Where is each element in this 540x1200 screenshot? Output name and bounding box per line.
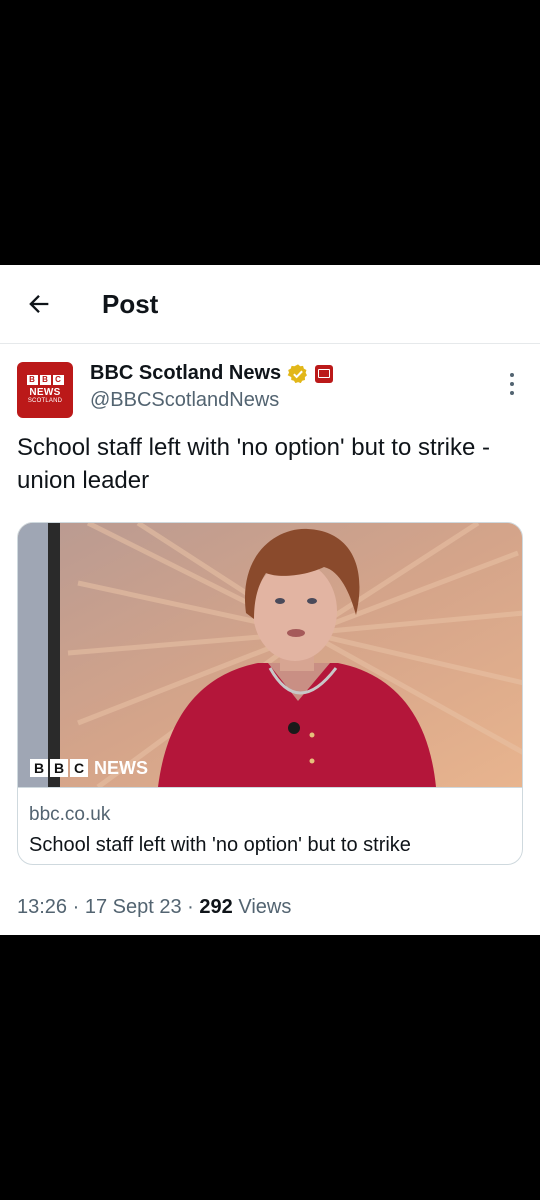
logo-letter: C bbox=[70, 759, 88, 777]
post-metadata: 13:26 · 17 Sept 23 · 292 Views bbox=[17, 896, 291, 919]
avatar-letter: B bbox=[26, 375, 38, 385]
tweet-text: School staff left with 'no option' but t… bbox=[17, 434, 490, 494]
card-image[interactable]: B B C NEWS bbox=[18, 523, 522, 790]
avatar-bbc-blocks: B B C bbox=[26, 375, 64, 385]
card-title: School staff left with 'no option' but t… bbox=[29, 834, 411, 856]
news-presenter-image bbox=[18, 523, 522, 790]
card-meta[interactable]: bbc.co.uk School staff left with 'no opt… bbox=[18, 787, 522, 864]
gold-verified-badge-icon[interactable] bbox=[287, 363, 309, 385]
arrow-left-icon bbox=[29, 295, 49, 313]
author-handle[interactable]: @BBCScotlandNews bbox=[90, 389, 279, 412]
separator-dot: · bbox=[72, 896, 80, 918]
more-options-button[interactable] bbox=[504, 373, 520, 395]
avatar-letter: C bbox=[52, 375, 64, 385]
post-panel: Post B B C NEWS SCOTLAND BBC Scotland Ne… bbox=[0, 265, 540, 935]
views-label: Views bbox=[238, 896, 292, 918]
bbc-affiliate-badge-icon[interactable] bbox=[315, 364, 334, 383]
link-card[interactable]: B B C NEWS bbc.co.uk School staff left w… bbox=[17, 522, 523, 865]
page-title: Post bbox=[102, 289, 159, 319]
separator-dot: · bbox=[187, 896, 194, 918]
logo-news-text: NEWS bbox=[94, 758, 148, 778]
logo-letter: B bbox=[30, 759, 48, 777]
more-dot-icon bbox=[510, 373, 514, 377]
avatar-news-text: NEWS bbox=[29, 387, 61, 398]
more-dot-icon bbox=[510, 382, 514, 386]
back-button[interactable] bbox=[22, 287, 56, 321]
bbc-news-logo: B B C NEWS bbox=[30, 759, 148, 777]
views-count: 292 bbox=[199, 896, 233, 918]
author-name[interactable]: BBC Scotland News bbox=[90, 362, 281, 385]
card-domain: bbc.co.uk bbox=[29, 804, 111, 825]
post-header: Post bbox=[0, 265, 540, 344]
avatar[interactable]: B B C NEWS SCOTLAND bbox=[17, 362, 73, 418]
logo-letter: B bbox=[50, 759, 68, 777]
avatar-scotland-text: SCOTLAND bbox=[27, 398, 63, 404]
avatar-letter: B bbox=[39, 375, 51, 385]
more-dot-icon bbox=[510, 391, 514, 395]
post-time[interactable]: 13:26 bbox=[17, 896, 67, 918]
author-name-row: BBC Scotland News bbox=[90, 362, 334, 385]
post-date[interactable]: 17 Sept 23 bbox=[85, 896, 182, 918]
